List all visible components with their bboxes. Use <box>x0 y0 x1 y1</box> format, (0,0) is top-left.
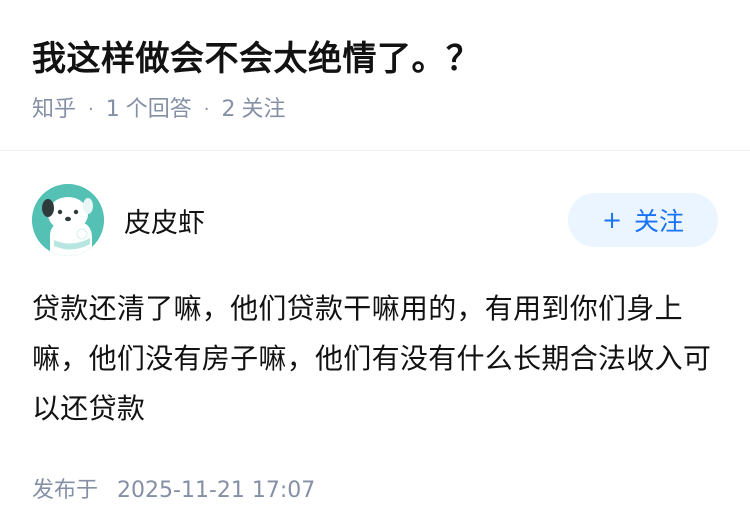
answer-content: 贷款还清了嘛，他们贷款干嘛用的，有用到你们身上嘛，他们没有房子嘛，他们有没有什么… <box>32 292 712 425</box>
separator-dot: · <box>203 99 210 120</box>
follow-button[interactable]: + 关注 <box>568 193 718 247</box>
answers-count: 1 <box>105 97 120 122</box>
followers-label[interactable]: 关注 <box>242 96 286 124</box>
avatar[interactable] <box>32 184 104 256</box>
published-date: 2025-11-21 17:07 <box>117 478 316 503</box>
question-meta: 知乎 · 1 个回答 · 2 关注 <box>32 96 718 124</box>
separator-dot: · <box>88 99 94 120</box>
followers-count: 2 <box>221 97 236 122</box>
plus-icon: + <box>601 206 623 234</box>
published-label: 发布于 <box>32 478 99 503</box>
page: 我这样做会不会太绝情了。？ 知乎 · 1 个回答 · 2 关注 皮皮虾 + 关注… <box>0 0 750 530</box>
published-info: 发布于 2025-11-21 17:07 <box>32 472 718 504</box>
question-header: 我这样做会不会太绝情了。？ 知乎 · 1 个回答 · 2 关注 <box>0 0 750 122</box>
source-label[interactable]: 知乎 <box>32 96 76 124</box>
author-name[interactable]: 皮皮虾 <box>124 201 205 240</box>
answer-card: 皮皮虾 + 关注 贷款还清了嘛，他们贷款干嘛用的，有用到你们身上嘛，他们没有房子… <box>0 151 750 504</box>
answers-label[interactable]: 个回答 <box>126 96 192 124</box>
author-row: 皮皮虾 + 关注 <box>32 184 718 256</box>
follow-label: 关注 <box>634 207 685 236</box>
dog-avatar-icon <box>32 184 104 256</box>
question-title[interactable]: 我这样做会不会太绝情了。？ <box>32 34 718 84</box>
